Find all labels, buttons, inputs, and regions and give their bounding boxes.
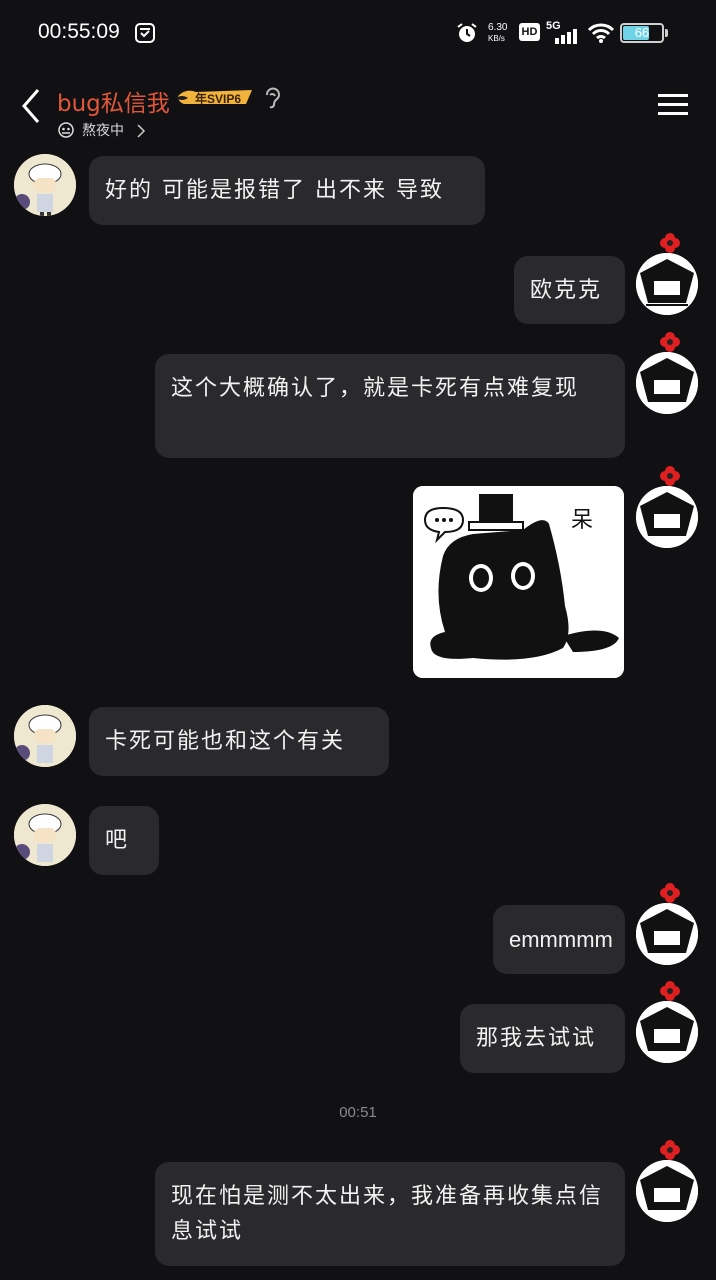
- message-text: emmmmm: [509, 927, 613, 952]
- online-status-text: 熬夜中: [82, 123, 124, 139]
- alarm-icon: [457, 23, 477, 42]
- flower-decoration-icon: [660, 233, 680, 253]
- avatar-self[interactable]: [636, 352, 698, 414]
- battery-tip: [665, 29, 668, 37]
- avatar-contact[interactable]: [14, 705, 76, 767]
- wifi-icon: [588, 23, 614, 43]
- menu-icon[interactable]: [658, 92, 688, 118]
- message-bubble-received[interactable]: 吧: [89, 806, 159, 875]
- screen-recorder-icon: [135, 23, 155, 43]
- message-timestamp: 00:51: [339, 1104, 377, 1121]
- avatar-self[interactable]: [636, 486, 698, 548]
- battery-icon: 66: [620, 23, 664, 43]
- cartoon-avatar-icon: [14, 804, 76, 866]
- avatar-contact[interactable]: [14, 154, 76, 216]
- sticker-caption: 呆: [571, 508, 594, 533]
- cartoon-avatar-icon: [14, 705, 76, 767]
- message-bubble-sent[interactable]: 欧克克: [514, 256, 625, 324]
- chevron-right-icon: [137, 124, 146, 138]
- ink-avatar-icon: [636, 486, 698, 548]
- avatar-contact[interactable]: [14, 804, 76, 866]
- message-text: 现在怕是测不太出来，我准备再收集点信息试试: [171, 1184, 604, 1244]
- net-speed-value: 6.30: [488, 22, 508, 33]
- message-text: 好的 可能是报错了 出不来 导致: [105, 178, 444, 203]
- avatar-self[interactable]: [636, 903, 698, 965]
- ink-avatar-icon: [636, 1160, 698, 1222]
- message-text: 吧: [105, 828, 130, 853]
- message-text: 卡死可能也和这个有关: [105, 729, 346, 754]
- ink-avatar-icon: [636, 352, 698, 414]
- net-speed-unit: KB/s: [488, 34, 505, 43]
- message-text: 那我去试试: [476, 1026, 597, 1051]
- message-bubble-sent[interactable]: 这个大概确认了，就是卡死有点难复现: [155, 354, 625, 458]
- flower-decoration-icon: [660, 883, 680, 903]
- hd-badge: HD: [519, 23, 540, 41]
- message-bubble-received[interactable]: 卡死可能也和这个有关: [89, 707, 389, 776]
- back-arrow-icon[interactable]: [18, 86, 48, 126]
- message-bubble-received[interactable]: 好的 可能是报错了 出不来 导致: [89, 156, 485, 225]
- status-bar: 00:55:09 6.30 KB/s HD 5G 66: [0, 0, 716, 64]
- message-bubble-sent[interactable]: emmmmm: [493, 905, 625, 974]
- sticker-message[interactable]: 呆: [413, 486, 624, 678]
- avatar-self[interactable]: [636, 253, 698, 315]
- message-text: 这个大概确认了，就是卡死有点难复现: [171, 376, 580, 401]
- battery-level: 66: [634, 25, 650, 40]
- flower-decoration-icon: [660, 332, 680, 352]
- ink-avatar-icon: [636, 903, 698, 965]
- message-text: 欧克克: [530, 278, 603, 303]
- flower-decoration-icon: [660, 466, 680, 486]
- cartoon-avatar-icon: [14, 154, 76, 216]
- message-bubble-sent[interactable]: 现在怕是测不太出来，我准备再收集点信息试试: [155, 1162, 625, 1266]
- ink-avatar-icon: [636, 253, 698, 315]
- ink-avatar-icon: [636, 1001, 698, 1063]
- online-status[interactable]: 熬夜中: [82, 120, 124, 140]
- signal-bars-icon: [555, 29, 577, 44]
- flower-decoration-icon: [660, 981, 680, 1001]
- clock: 00:55:09: [38, 20, 120, 43]
- ear-icon[interactable]: [262, 86, 282, 110]
- status-face-icon: [58, 122, 74, 138]
- flower-decoration-icon: [660, 1140, 680, 1160]
- chat-title[interactable]: bug私信我: [57, 84, 170, 118]
- vip-badge-label: 年SVIP6: [195, 92, 242, 106]
- avatar-self[interactable]: [636, 1160, 698, 1222]
- avatar-self[interactable]: [636, 1001, 698, 1063]
- message-bubble-sent[interactable]: 那我去试试: [460, 1004, 625, 1073]
- chat-header: bug私信我 年SVIP6 熬夜中: [0, 64, 716, 150]
